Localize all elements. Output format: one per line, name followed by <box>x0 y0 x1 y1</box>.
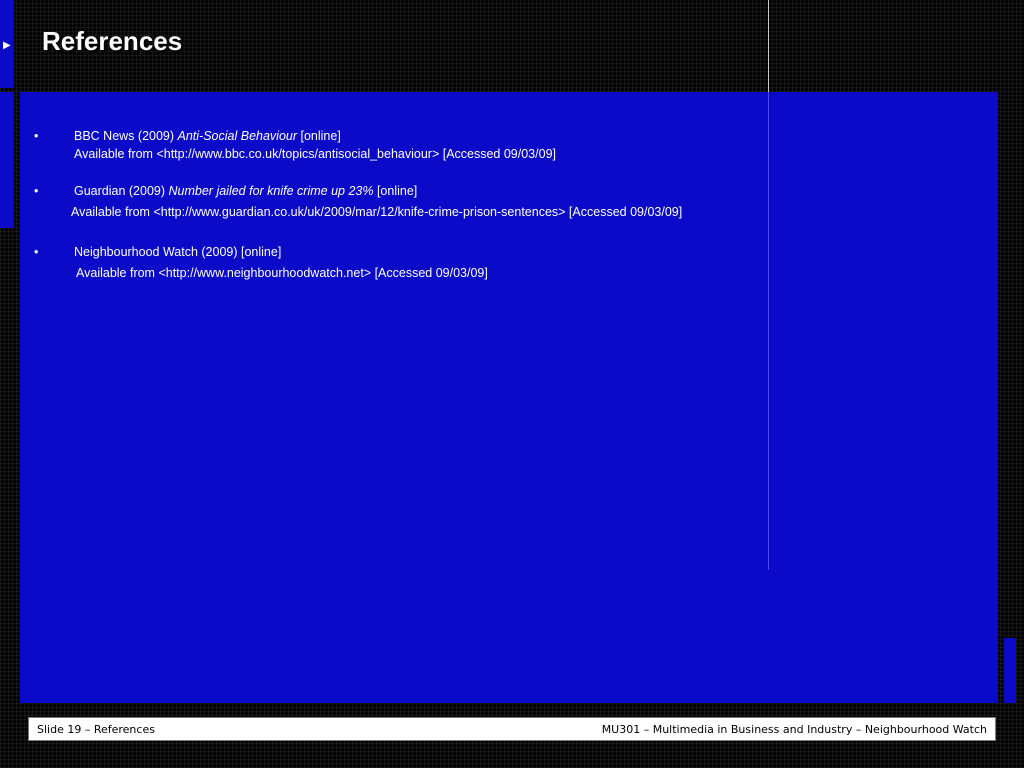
reference-citation: BBC News (2009) Anti-Social Behaviour [o… <box>74 128 341 145</box>
slide-title: References <box>42 26 183 56</box>
reference-title: Number jailed for knife crime up 23% <box>168 184 374 198</box>
reference-citation: Guardian (2009) Number jailed for knife … <box>74 183 417 200</box>
footer-course-title: MU301 – Multimedia in Business and Indus… <box>601 723 987 736</box>
reference-citation: Neighbourhood Watch (2009) [online] <box>74 244 281 261</box>
reference-availability: Available from <http://www.bbc.co.uk/top… <box>74 147 556 161</box>
bullet: • <box>34 245 39 259</box>
bullet: • <box>34 184 39 198</box>
reference-suffix: [online] <box>297 129 341 143</box>
left-accent-bar-bottom <box>0 92 14 228</box>
reference-title: Anti-Social Behaviour <box>177 129 298 143</box>
reference-source: Guardian (2009) <box>74 184 169 198</box>
bullet: • <box>34 129 39 143</box>
reference-source: Neighbourhood Watch (2009) [online] <box>74 245 282 259</box>
nav-arrow-icon[interactable]: ▶ <box>3 40 11 52</box>
right-accent-bar <box>1004 638 1016 703</box>
footer-slide-label: Slide 19 – References <box>37 723 155 736</box>
reference-availability: Available from <http://www.guardian.co.u… <box>71 205 683 219</box>
panel-divider <box>768 92 769 570</box>
header-divider <box>768 0 769 92</box>
reference-suffix: [online] <box>373 184 418 198</box>
content-panel: • BBC News (2009) Anti-Social Behaviour … <box>20 92 998 703</box>
reference-source: BBC News (2009) <box>74 129 178 143</box>
slide-footer: Slide 19 – References MU301 – Multimedia… <box>28 717 996 741</box>
reference-availability: Available from <http://www.neighbourhood… <box>76 266 488 280</box>
